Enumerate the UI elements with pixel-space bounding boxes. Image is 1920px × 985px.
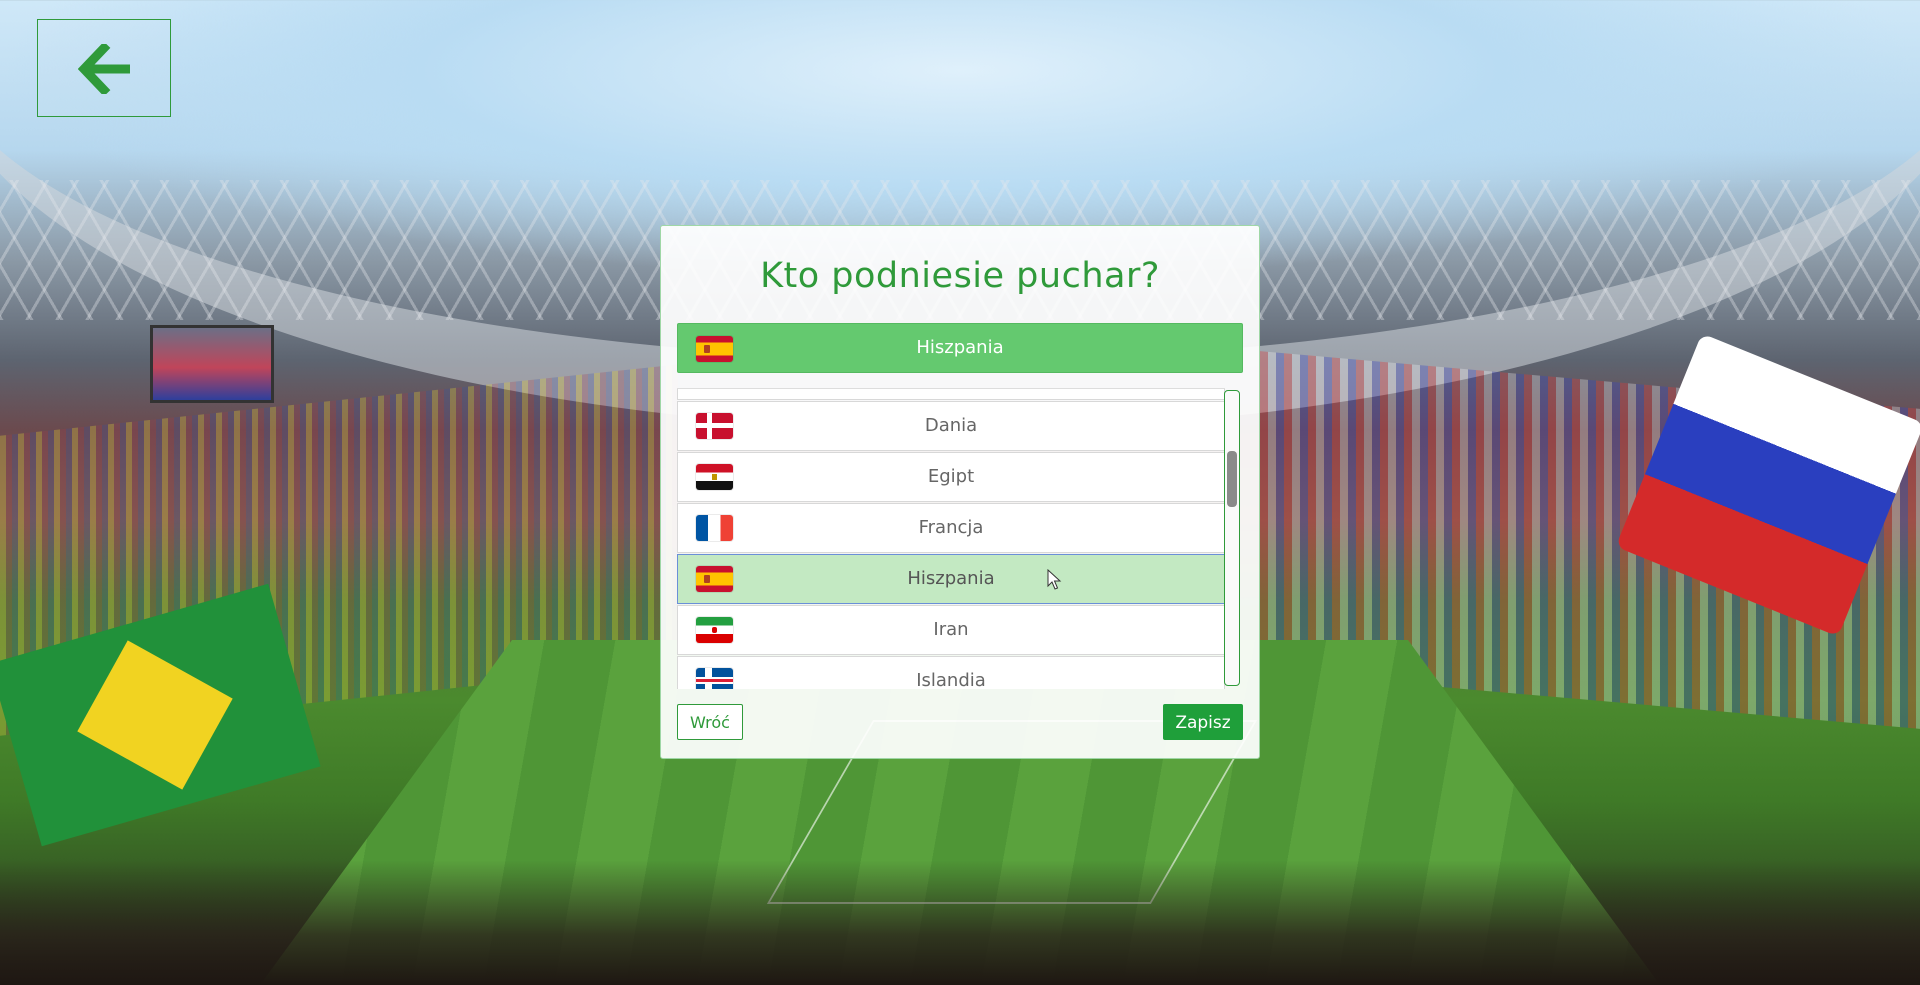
list-item-hiszpania[interactable]: Hiszpania [677, 554, 1225, 604]
save-button[interactable]: Zapisz [1163, 704, 1243, 740]
country-label: Iran [933, 619, 969, 640]
russia-flag-decoration [1615, 333, 1920, 637]
brazil-flag-decoration [0, 583, 321, 847]
crowd-foreground [0, 860, 1920, 985]
stadium-screen [150, 325, 274, 403]
crowd-stand-left [0, 364, 680, 736]
country-label: Dania [924, 415, 978, 436]
scrollbar-thumb[interactable] [1227, 451, 1237, 507]
country-label: Egipt [927, 466, 975, 487]
crowd-stand-right [1260, 351, 1920, 729]
list-item-egipt[interactable]: Egipt [677, 452, 1225, 502]
country-list[interactable]: Dania Egipt Francja Hiszpania Iran Islan… [677, 388, 1225, 689]
list-item-dania[interactable]: Dania [677, 401, 1225, 451]
arrow-left-icon [78, 44, 130, 94]
list-scrollbar[interactable] [1224, 390, 1240, 686]
country-label [678, 389, 1224, 399]
selected-country-bar[interactable]: Hiszpania [677, 323, 1243, 373]
dialog-title: Kto podniesie puchar? [760, 256, 1160, 296]
country-label: Francja [918, 517, 984, 538]
list-item-iran[interactable]: Iran [677, 605, 1225, 655]
back-button[interactable]: Wróć [677, 704, 743, 740]
back-nav-button[interactable] [37, 19, 171, 117]
country-label: Hiszpania [907, 568, 995, 589]
list-item-islandia[interactable]: Islandia [677, 656, 1225, 689]
country-label: Islandia [916, 670, 986, 689]
champion-picker-dialog: Kto podniesie puchar? Hiszpania Dania Eg… [660, 225, 1260, 759]
list-item-francja[interactable]: Francja [677, 503, 1225, 553]
list-item[interactable] [677, 389, 1225, 400]
selected-country-label: Hiszpania [916, 337, 1004, 358]
